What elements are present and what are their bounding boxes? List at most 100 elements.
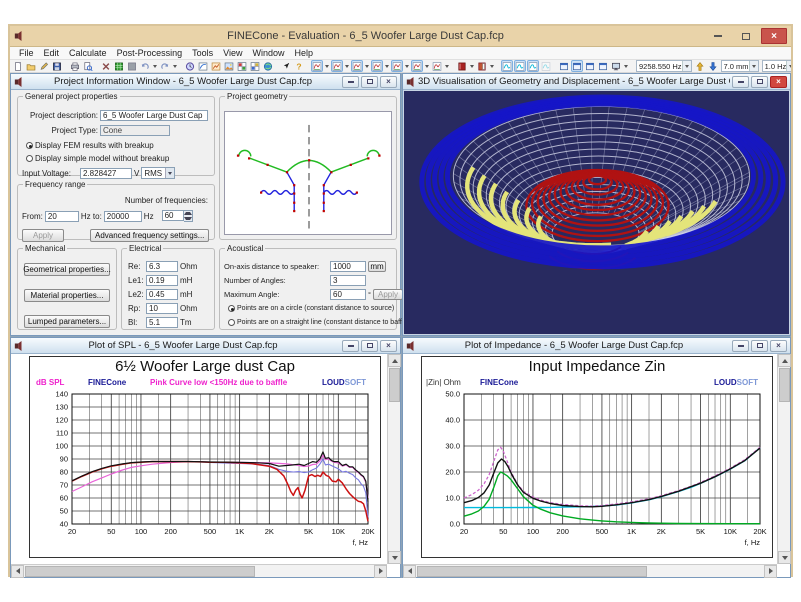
result-grid-icon[interactable] [236, 60, 248, 72]
display-3d-icon[interactable] [610, 60, 622, 72]
plot-extra-icon[interactable] [431, 60, 443, 72]
result-grid-2-icon[interactable] [249, 60, 261, 72]
number-of-angles-input[interactable]: 3 [330, 275, 366, 286]
electrical-input[interactable]: 10 [146, 303, 178, 314]
impedance-scroll-up-icon[interactable] [778, 354, 791, 367]
spl-minimize-button[interactable] [342, 340, 359, 352]
viz3d-canvas[interactable] [403, 90, 790, 335]
radio-fem-breakup[interactable] [26, 142, 33, 149]
undo-icon[interactable] [139, 60, 151, 72]
spl-scroll-right-icon[interactable] [374, 565, 387, 578]
help-icon[interactable]: ? [293, 60, 305, 72]
maximize-button[interactable] [733, 28, 759, 44]
display-3d-dropdown-icon[interactable] [624, 65, 628, 68]
advanced-frequency-button[interactable]: Advanced frequency settings... [90, 229, 209, 242]
electrical-input[interactable]: 0.19 [146, 275, 178, 286]
plot-force-dropdown-icon[interactable] [405, 65, 409, 68]
plot-spl-dropdown-icon[interactable] [325, 65, 329, 68]
impedance-hscroll-thumb[interactable] [417, 566, 647, 577]
acoustical-apply-button[interactable]: Apply [373, 289, 403, 300]
delete-icon[interactable] [100, 60, 112, 72]
open-file-icon[interactable] [25, 60, 37, 72]
onaxis-distance-input[interactable]: 1000 [330, 261, 366, 272]
viz3d-window-titlebar[interactable]: 3D Visualisation of Geometry and Displac… [403, 74, 790, 90]
spl-horizontal-scrollbar[interactable] [11, 564, 387, 577]
project-minimize-button[interactable] [342, 76, 359, 88]
from-input[interactable]: 20 [45, 211, 79, 222]
geometrical-properties-button[interactable]: Geometrical properties... [24, 263, 110, 276]
globe-view-icon[interactable] [262, 60, 274, 72]
project-window-titlebar[interactable]: Project Information Window - 6_5 Woofer … [11, 74, 400, 90]
frequency-apply-button[interactable]: Apply [22, 229, 64, 242]
menu-item-tools[interactable]: Tools [187, 48, 218, 58]
frequency-up-icon[interactable] [694, 60, 706, 72]
to-input[interactable]: 20000 [104, 211, 142, 222]
report-2-dropdown-icon[interactable] [490, 65, 494, 68]
frequency-combo-dropdown-icon[interactable] [682, 61, 691, 71]
save-file-icon[interactable] [51, 60, 63, 72]
spl-hscroll-thumb[interactable] [25, 566, 255, 577]
pointer-tool-icon[interactable] [280, 60, 292, 72]
material-properties-button[interactable]: Material properties... [24, 289, 110, 302]
curve-tool-1-icon[interactable] [501, 60, 513, 72]
print-preview-icon[interactable] [82, 60, 94, 72]
frequency-combo[interactable]: 9258.550 Hz [636, 60, 692, 72]
menu-item-file[interactable]: File [14, 48, 39, 58]
frequency-down-icon[interactable] [707, 60, 719, 72]
project-description-input[interactable]: 6_5 Woofer Large Dust Cap [100, 110, 208, 121]
print-icon[interactable] [69, 60, 81, 72]
voltage-mode-dropdown-icon[interactable] [165, 168, 174, 178]
window-view-4-icon[interactable] [597, 60, 609, 72]
step-combo[interactable]: 1.0 Hz [762, 60, 791, 72]
electrical-input[interactable]: 5.1 [146, 317, 178, 328]
solid-view-icon[interactable] [126, 60, 138, 72]
window-view-2-icon[interactable] [571, 60, 583, 72]
menu-item-help[interactable]: Help [289, 48, 318, 58]
window-view-1-icon[interactable] [558, 60, 570, 72]
close-button[interactable]: × [761, 28, 787, 44]
curve-tool-3-icon[interactable] [527, 60, 539, 72]
plot-stress-icon[interactable] [411, 60, 423, 72]
fem-mesh-icon[interactable] [113, 60, 125, 72]
electrical-input[interactable]: 0.45 [146, 289, 178, 300]
impedance-horizontal-scrollbar[interactable] [403, 564, 777, 577]
spl-restore-button[interactable] [361, 340, 378, 352]
report-icon[interactable] [456, 60, 468, 72]
spl-close-button[interactable]: × [380, 340, 397, 352]
step-combo-dropdown-icon[interactable] [786, 61, 791, 71]
app-titlebar[interactable]: FINECone - Evaluation - 6_5 Woofer Large… [10, 26, 791, 47]
num-freq-down-icon[interactable] [184, 216, 192, 221]
report-2-icon[interactable] [476, 60, 488, 72]
impedance-vertical-scrollbar[interactable] [777, 354, 790, 564]
impedance-window-titlebar[interactable]: Plot of Impedance - 6_5 Woofer Large Dus… [403, 338, 790, 354]
plot-velocity-icon[interactable] [371, 60, 383, 72]
radio-points-circle[interactable] [228, 305, 235, 312]
plot-extra-dropdown-icon[interactable] [445, 65, 449, 68]
impedance-restore-button[interactable] [751, 340, 768, 352]
undo-dropdown-icon[interactable] [153, 65, 157, 68]
image-export-icon[interactable] [223, 60, 235, 72]
input-voltage-input[interactable]: 2.828427 [80, 168, 132, 179]
spl-vertical-scrollbar[interactable] [387, 354, 400, 564]
voltage-mode-select[interactable]: RMS [141, 167, 175, 179]
impedance-minimize-button[interactable] [732, 340, 749, 352]
plot-velocity-dropdown-icon[interactable] [385, 65, 389, 68]
impedance-close-button[interactable]: × [770, 340, 787, 352]
radio-points-line[interactable] [228, 319, 235, 326]
impedance-scroll-right-icon[interactable] [764, 565, 777, 578]
redo-dropdown-icon[interactable] [173, 65, 177, 68]
impedance-scroll-left-icon[interactable] [403, 565, 416, 578]
plot-window-icon[interactable] [197, 60, 209, 72]
viz3d-minimize-button[interactable] [732, 76, 749, 88]
menu-item-window[interactable]: Window [247, 48, 289, 58]
window-view-3-icon[interactable] [584, 60, 596, 72]
spl-scroll-left-icon[interactable] [11, 565, 24, 578]
project-restore-button[interactable] [361, 76, 378, 88]
plot-spl-icon[interactable] [311, 60, 323, 72]
menu-item-post-processing[interactable]: Post-Processing [112, 48, 188, 58]
geometry-window-icon[interactable] [210, 60, 222, 72]
menu-item-edit[interactable]: Edit [39, 48, 65, 58]
impedance-vscroll-thumb[interactable] [779, 368, 790, 402]
redo-icon[interactable] [159, 60, 171, 72]
frequency-tool-icon[interactable] [184, 60, 196, 72]
